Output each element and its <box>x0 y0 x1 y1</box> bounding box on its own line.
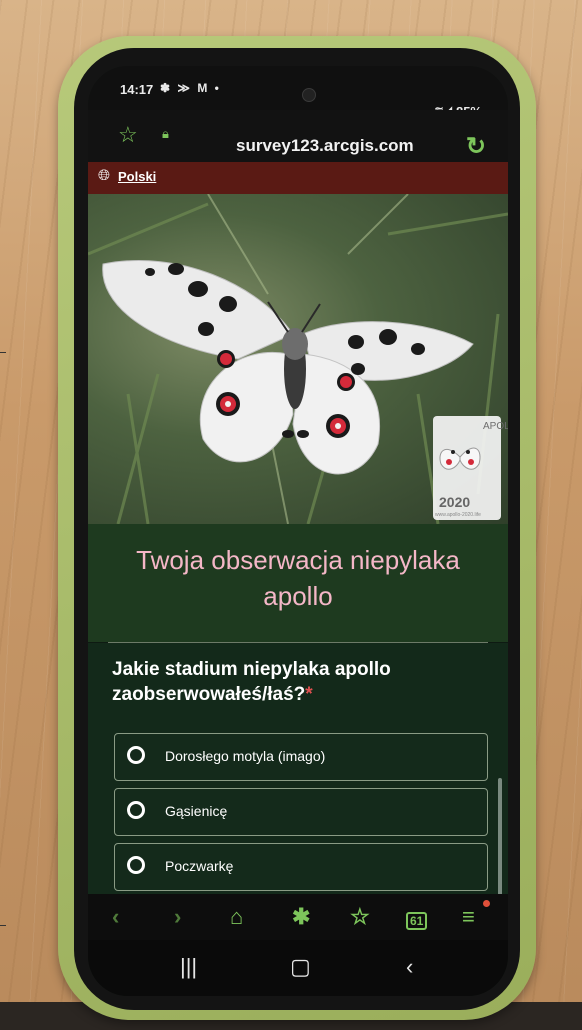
question-text: Jakie stadium niepylaka apollo zaobserwo… <box>112 659 391 705</box>
recent-apps-icon[interactable]: ||| <box>180 954 197 980</box>
home-icon[interactable]: ⌂ <box>230 904 243 930</box>
lock-icon[interactable]: 🔒︎ <box>162 126 169 142</box>
logo-butterfly-icon <box>439 447 481 470</box>
home-button-icon[interactable]: ▢ <box>290 954 311 980</box>
required-marker: * <box>305 684 313 705</box>
menu-badge <box>483 900 490 907</box>
forward-icon[interactable]: › <box>174 904 181 930</box>
back-icon[interactable]: ‹ <box>112 904 119 930</box>
question-section: Jakie stadium niepylaka apollo zaobserwo… <box>88 643 508 923</box>
globe-icon: 🌐︎ <box>98 167 111 184</box>
scrollbar[interactable] <box>498 778 502 898</box>
system-navigation-bar: ||| ▢ ‹ <box>88 940 508 996</box>
settings-icon: ✽ <box>160 81 173 95</box>
phone-screen: 14:17 ✽ ≫ M • ≋◢ 85% ☆ 🔒︎ survey123.arcg… <box>88 66 508 996</box>
edge-mark <box>0 925 6 926</box>
choice-pupa[interactable]: Poczwarkę <box>114 843 488 891</box>
radio-button[interactable] <box>127 856 145 874</box>
language-link[interactable]: Polski <box>118 169 156 184</box>
radio-button[interactable] <box>127 801 145 819</box>
language-bar: 🌐︎ Polski <box>88 162 508 194</box>
reload-icon[interactable]: ↻ <box>466 132 486 161</box>
logo-url: www.apollo-2020.life <box>435 512 481 518</box>
apollo-2020-logo: APOLLO 2020 www.apollo-2020.life <box>433 416 508 520</box>
question-label: Jakie stadium niepylaka apollo zaobserwo… <box>112 657 478 707</box>
menu-icon[interactable]: ≡ <box>462 904 475 930</box>
status-time: 14:17 <box>120 82 154 97</box>
choice-label: Dorosłego motyla (imago) <box>165 748 326 764</box>
survey-header: Twoja obserwacja niepylaka apollo <box>88 524 508 642</box>
browser-toolbar: ‹ › ⌂ ✱ ☆ 61 ≡ <box>88 894 508 940</box>
edge-mark <box>0 352 6 353</box>
gmail-icon: M <box>197 81 210 95</box>
survey-title: Twoja obserwacja niepylaka apollo <box>136 545 460 611</box>
extensions-icon[interactable]: ✱ <box>292 904 310 930</box>
logo-word: APOLLO <box>483 421 508 432</box>
back-button-icon[interactable]: ‹ <box>406 954 413 980</box>
sync-icon: ≫ <box>177 81 192 95</box>
status-notification-icons: ✽ ≫ M • <box>160 81 221 95</box>
bookmark-star-icon[interactable]: ☆ <box>118 122 138 148</box>
choice-adult[interactable]: Dorosłego motyla (imago) <box>114 733 488 781</box>
notification-dot-icon: • <box>214 81 221 95</box>
browser-address-bar: ☆ 🔒︎ survey123.arcgis.com ↻ <box>88 110 508 162</box>
status-bar: 14:17 ✽ ≫ M • ≋◢ 85% <box>88 66 508 119</box>
camera-hole <box>302 88 316 102</box>
tabs-icon[interactable]: 61 <box>406 912 428 930</box>
choice-label: Gąsienicę <box>165 803 228 819</box>
bookmarks-icon[interactable]: ☆ <box>350 904 370 930</box>
url-field[interactable]: survey123.arcgis.com <box>236 136 414 156</box>
choice-caterpillar[interactable]: Gąsienicę <box>114 788 488 836</box>
butterfly-photo: APOLLO 2020 www.apollo-2020.life <box>88 194 508 524</box>
radio-button[interactable] <box>127 746 145 764</box>
logo-year: 2020 <box>439 494 471 510</box>
choice-label: Poczwarkę <box>165 858 234 874</box>
